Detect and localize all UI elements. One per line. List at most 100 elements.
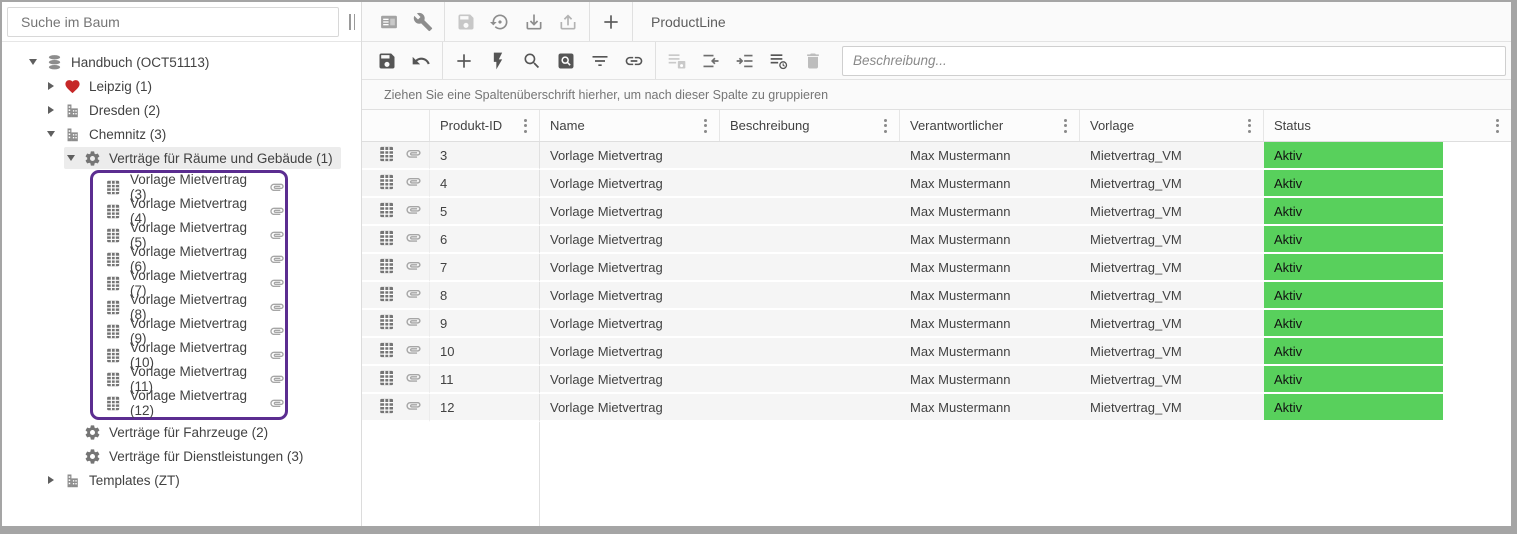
- cell-vorlage: Mietvertrag_VM: [1080, 170, 1264, 198]
- cell-produkt-id: 9: [430, 310, 540, 338]
- download-icon[interactable]: [517, 7, 551, 37]
- chevron-right-icon[interactable]: [44, 82, 58, 90]
- table-row[interactable]: 12 Vorlage Mietvertrag Max Mustermann Mi…: [362, 394, 1511, 422]
- header-cell-vorlage[interactable]: Vorlage: [1080, 110, 1264, 141]
- paperclip-icon[interactable]: [405, 257, 422, 277]
- paperclip-icon[interactable]: [405, 369, 422, 389]
- description-input[interactable]: [842, 46, 1506, 76]
- save-button[interactable]: [449, 7, 483, 37]
- chevron-down-icon[interactable]: [64, 155, 78, 161]
- column-menu-icon[interactable]: [698, 115, 713, 137]
- grid-icon[interactable]: [378, 397, 396, 418]
- tree-search-input[interactable]: Suche im Baum: [7, 7, 339, 37]
- table-row[interactable]: 9 Vorlage Mietvertrag Max Mustermann Mie…: [362, 310, 1511, 338]
- chevron-down-icon[interactable]: [26, 59, 40, 65]
- table-row[interactable]: 3 Vorlage Mietvertrag Max Mustermann Mie…: [362, 142, 1511, 170]
- table-row[interactable]: 7 Vorlage Mietvertrag Max Mustermann Mie…: [362, 254, 1511, 282]
- tree-item-vorlage-mietvertrag-12[interactable]: Vorlage Mietvertrag (12): [96, 391, 285, 415]
- tree-item-handbuch[interactable]: Handbuch (OCT51113): [2, 50, 361, 74]
- tree-item-label: Dresden (2): [89, 103, 160, 118]
- tree-item-vertraege-fahrzeuge[interactable]: Verträge für Fahrzeuge (2): [2, 420, 361, 444]
- save-layout-icon[interactable]: [660, 46, 694, 76]
- chevron-right-icon[interactable]: [44, 476, 58, 484]
- table-row[interactable]: 6 Vorlage Mietvertrag Max Mustermann Mie…: [362, 226, 1511, 254]
- chevron-right-icon[interactable]: [44, 106, 58, 114]
- delete-icon[interactable]: [796, 46, 830, 76]
- paperclip-icon[interactable]: [405, 173, 422, 193]
- search-panel-icon[interactable]: [549, 46, 583, 76]
- grid-icon[interactable]: [378, 341, 396, 362]
- collapse-rows-icon[interactable]: [694, 46, 728, 76]
- tree-item-chemnitz[interactable]: Chemnitz (3): [2, 122, 361, 146]
- table-row[interactable]: 4 Vorlage Mietvertrag Max Mustermann Mie…: [362, 170, 1511, 198]
- grid-icon[interactable]: [378, 229, 396, 250]
- column-menu-icon[interactable]: [518, 115, 533, 137]
- tree-item-templates[interactable]: Templates (ZT): [2, 468, 361, 492]
- grid-icon: [105, 371, 122, 388]
- flash-icon[interactable]: [481, 46, 515, 76]
- group-by-bar[interactable]: Ziehen Sie eine Spaltenüberschrift hierh…: [362, 80, 1511, 110]
- chevron-down-icon[interactable]: [44, 131, 58, 137]
- sidebar-splitter-handle[interactable]: [349, 14, 357, 30]
- header-cell-produkt-id[interactable]: Produkt-ID: [430, 110, 540, 141]
- table-row[interactable]: 10 Vorlage Mietvertrag Max Mustermann Mi…: [362, 338, 1511, 366]
- filter-icon[interactable]: [583, 46, 617, 76]
- paperclip-icon[interactable]: [405, 145, 422, 165]
- paperclip-icon[interactable]: [405, 285, 422, 305]
- column-menu-icon[interactable]: [1242, 115, 1257, 137]
- table-row[interactable]: 11 Vorlage Mietvertrag Max Mustermann Mi…: [362, 366, 1511, 394]
- header-cell-name[interactable]: Name: [540, 110, 720, 141]
- grid-icon[interactable]: [378, 369, 396, 390]
- add-row-button[interactable]: [447, 46, 481, 76]
- tree-item-leipzig[interactable]: Leipzig (1): [2, 74, 361, 98]
- tab-productline[interactable]: ProductLine: [651, 14, 726, 30]
- upload-icon[interactable]: [551, 7, 585, 37]
- column-menu-icon[interactable]: [1058, 115, 1073, 137]
- grid-icon[interactable]: [378, 313, 396, 334]
- grid-icon[interactable]: [378, 173, 396, 194]
- navigation-tree: Handbuch (OCT51113) Leipzig (1) Dresden …: [2, 42, 361, 526]
- status-badge: Aktiv: [1264, 142, 1443, 168]
- cell-status: Aktiv: [1264, 338, 1511, 366]
- tree-item-dresden[interactable]: Dresden (2): [2, 98, 361, 122]
- paperclip-icon: [269, 179, 285, 195]
- save-button[interactable]: [370, 46, 404, 76]
- building-icon: [64, 102, 81, 119]
- toolbar-separator: [444, 2, 445, 41]
- column-menu-icon[interactable]: [878, 115, 893, 137]
- row-history-icon[interactable]: [762, 46, 796, 76]
- grid-icon[interactable]: [378, 201, 396, 222]
- form-view-button[interactable]: [372, 7, 406, 37]
- grid-icon[interactable]: [378, 285, 396, 306]
- header-cell-beschreibung[interactable]: Beschreibung: [720, 110, 900, 141]
- cell-status: Aktiv: [1264, 394, 1511, 422]
- paperclip-icon[interactable]: [405, 201, 422, 221]
- cell-verantwortlicher: Max Mustermann: [900, 170, 1080, 198]
- tree-item-label: Verträge für Dienstleistungen (3): [109, 449, 303, 464]
- table-row[interactable]: 8 Vorlage Mietvertrag Max Mustermann Mie…: [362, 282, 1511, 310]
- tree-item-vertraege-raeume[interactable]: Verträge für Räume und Gebäude (1): [2, 146, 361, 170]
- paperclip-icon[interactable]: [405, 313, 422, 333]
- header-cell-status[interactable]: Status: [1264, 110, 1511, 141]
- tree-item-vertraege-dienstleistungen[interactable]: Verträge für Dienstleistungen (3): [2, 444, 361, 468]
- status-badge: Aktiv: [1264, 394, 1443, 420]
- undo-icon[interactable]: [404, 46, 438, 76]
- paperclip-icon[interactable]: [405, 341, 422, 361]
- expand-rows-icon[interactable]: [728, 46, 762, 76]
- cell-status: Aktiv: [1264, 170, 1511, 198]
- search-icon[interactable]: [515, 46, 549, 76]
- wrench-icon[interactable]: [406, 7, 440, 37]
- column-menu-icon[interactable]: [1490, 115, 1505, 137]
- add-tab-button[interactable]: [594, 7, 628, 37]
- link-icon[interactable]: [617, 46, 651, 76]
- table-row[interactable]: 5 Vorlage Mietvertrag Max Mustermann Mie…: [362, 198, 1511, 226]
- grid-icon[interactable]: [378, 145, 396, 166]
- restore-icon[interactable]: [483, 7, 517, 37]
- cell-beschreibung: [720, 254, 900, 282]
- grid-icon[interactable]: [378, 257, 396, 278]
- paperclip-icon[interactable]: [405, 229, 422, 249]
- paperclip-icon: [269, 203, 285, 219]
- cell-status: Aktiv: [1264, 282, 1511, 310]
- paperclip-icon[interactable]: [405, 397, 422, 417]
- header-cell-verantwortlicher[interactable]: Verantwortlicher: [900, 110, 1080, 141]
